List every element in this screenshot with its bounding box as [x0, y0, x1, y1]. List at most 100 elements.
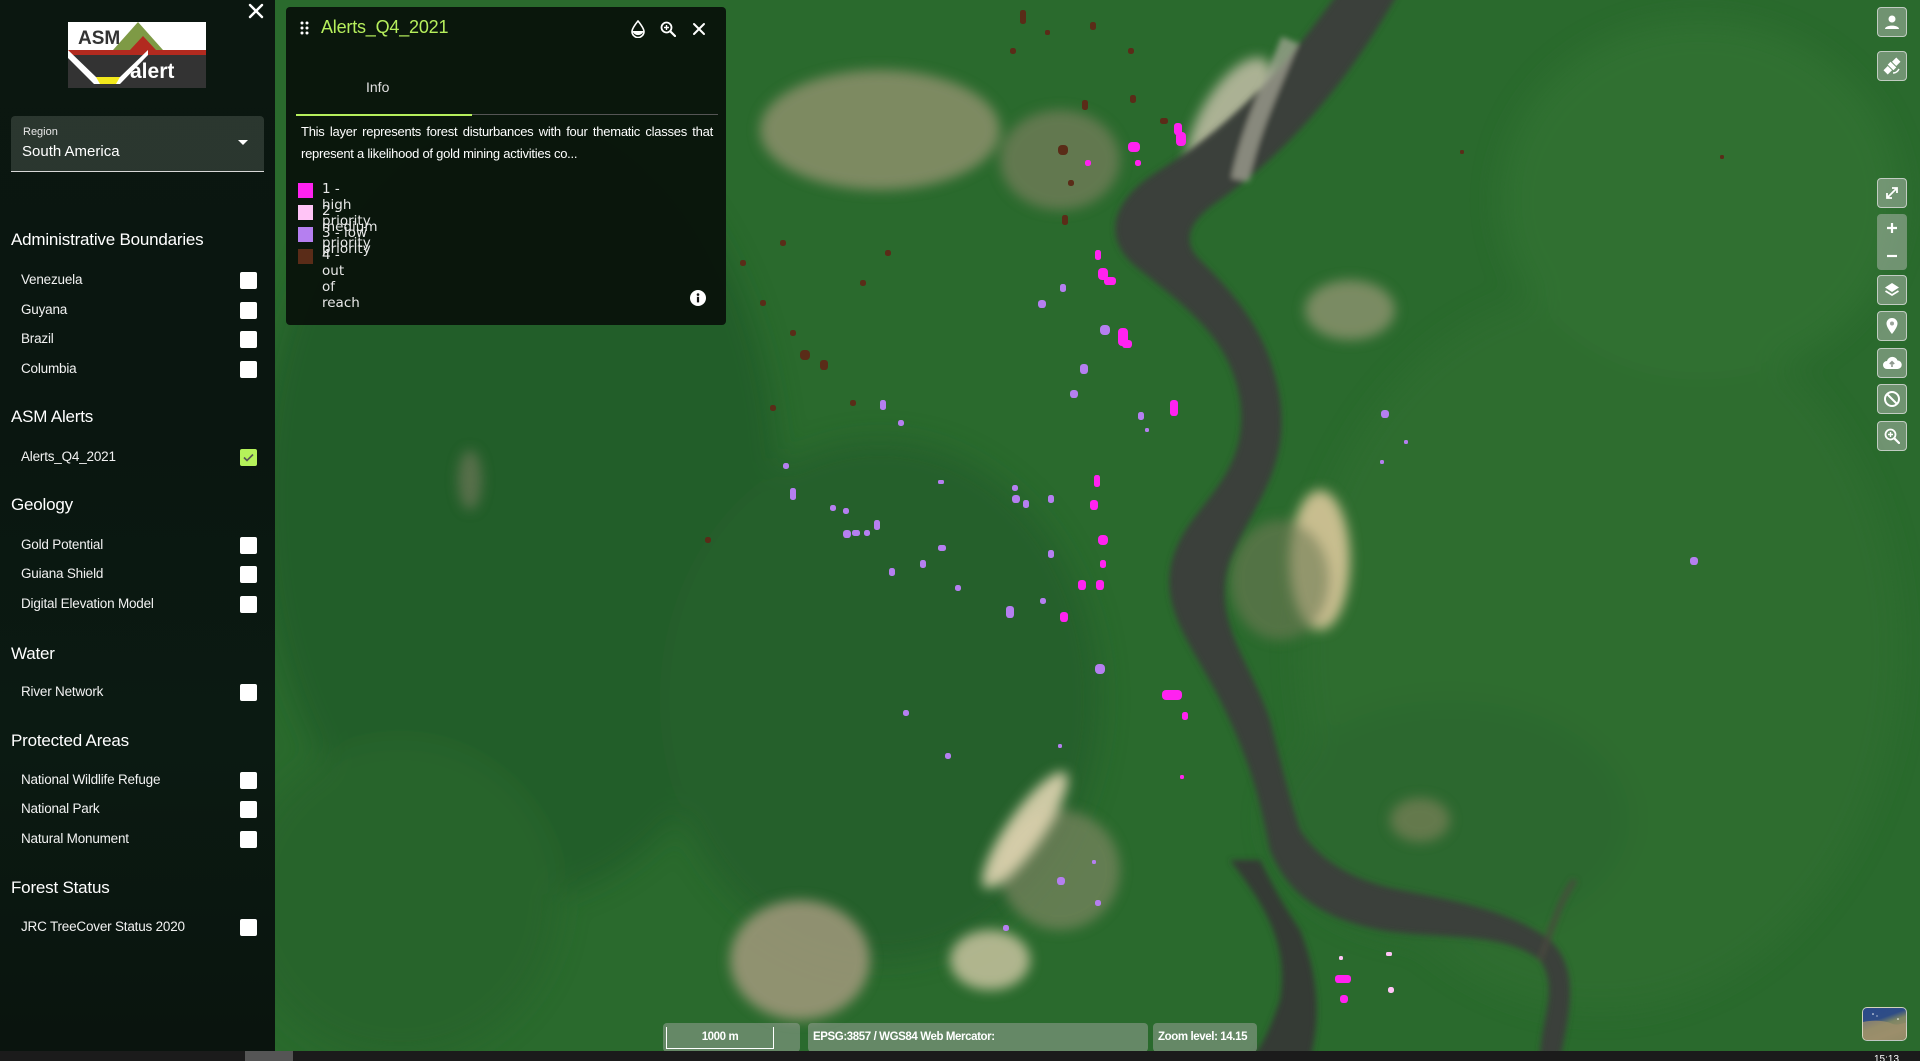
upload-button[interactable]	[1877, 348, 1907, 378]
zoom-area-button[interactable]	[1877, 421, 1907, 451]
alert-polygon-low[interactable]	[790, 488, 796, 500]
alert-polygon-out-of-reach[interactable]	[1720, 155, 1724, 159]
layer-checkbox[interactable]	[240, 302, 257, 319]
alert-polygon-low[interactable]	[1070, 390, 1078, 398]
alert-polygon-high[interactable]	[1100, 560, 1106, 568]
alert-polygon-high[interactable]	[1078, 580, 1086, 590]
alert-polygon-low[interactable]	[1012, 495, 1020, 503]
layer-toggle-natural-monument[interactable]: Natural Monument	[0, 828, 275, 852]
overview-map-button[interactable]	[1862, 1007, 1907, 1041]
alert-polygon-low[interactable]	[1058, 744, 1062, 748]
alert-polygon-low[interactable]	[1145, 428, 1149, 432]
clear-button[interactable]	[1877, 384, 1907, 414]
layer-checkbox[interactable]	[240, 449, 257, 466]
alert-polygon-low[interactable]	[898, 420, 904, 426]
fullscreen-button[interactable]	[1877, 178, 1907, 208]
alert-polygon-out-of-reach[interactable]	[1045, 30, 1050, 35]
scrollbar-thumb[interactable]	[245, 1051, 293, 1061]
alert-polygon-out-of-reach[interactable]	[780, 240, 786, 246]
alert-polygon-out-of-reach[interactable]	[1068, 180, 1074, 186]
alert-polygon-low[interactable]	[1080, 364, 1088, 374]
user-button[interactable]	[1877, 7, 1907, 37]
alert-polygon-low[interactable]	[1095, 664, 1105, 674]
close-panel-button[interactable]	[689, 19, 709, 39]
alert-polygon-low[interactable]	[1038, 300, 1046, 308]
alert-polygon-medium[interactable]	[1339, 956, 1343, 960]
layer-toggle-columbia[interactable]: Columbia	[0, 358, 275, 382]
alert-polygon-low[interactable]	[1690, 557, 1698, 565]
alert-polygon-out-of-reach[interactable]	[790, 330, 796, 336]
alert-polygon-medium[interactable]	[1388, 987, 1394, 993]
layer-toggle-national-wildlife-refuge[interactable]: National Wildlife Refuge	[0, 769, 275, 793]
alert-polygon-high[interactable]	[1170, 400, 1178, 416]
layer-checkbox[interactable]	[240, 801, 257, 818]
alert-polygon-high[interactable]	[1176, 132, 1186, 146]
alert-polygon-high[interactable]	[1182, 712, 1188, 720]
alert-polygon-low[interactable]	[1040, 598, 1046, 604]
alert-polygon-low[interactable]	[1404, 440, 1408, 444]
alert-polygon-out-of-reach[interactable]	[1460, 150, 1464, 154]
zoom-to-layer-button[interactable]	[658, 19, 678, 39]
alert-polygon-out-of-reach[interactable]	[1090, 22, 1096, 30]
alert-polygon-low[interactable]	[1023, 500, 1029, 508]
layer-toggle-guiana-shield[interactable]: Guiana Shield	[0, 563, 275, 587]
alert-polygon-out-of-reach[interactable]	[1160, 118, 1168, 124]
alert-polygon-low[interactable]	[1048, 550, 1054, 558]
alert-polygon-low[interactable]	[903, 710, 909, 716]
alert-polygon-low[interactable]	[1100, 325, 1110, 335]
layer-toggle-guyana[interactable]: Guyana	[0, 299, 275, 323]
alert-polygon-low[interactable]	[1138, 412, 1144, 420]
alert-polygon-high[interactable]	[1095, 250, 1101, 260]
alert-polygon-out-of-reach[interactable]	[860, 280, 866, 286]
alert-polygon-out-of-reach[interactable]	[770, 405, 776, 411]
alert-polygon-low[interactable]	[783, 463, 789, 469]
layer-toggle-gold-potential[interactable]: Gold Potential	[0, 534, 275, 558]
alert-polygon-low[interactable]	[880, 400, 886, 410]
alert-polygon-low[interactable]	[1048, 495, 1054, 503]
alert-polygon-low[interactable]	[938, 545, 946, 551]
layer-toggle-river-network[interactable]: River Network	[0, 681, 275, 705]
alert-polygon-out-of-reach[interactable]	[705, 537, 711, 543]
region-select[interactable]: Region South America	[11, 116, 264, 172]
alert-polygon-out-of-reach[interactable]	[1130, 95, 1136, 103]
alert-polygon-high[interactable]	[1090, 500, 1098, 510]
horizontal-scrollbar[interactable]: 15:13	[0, 1051, 1920, 1061]
alert-polygon-out-of-reach[interactable]	[800, 350, 810, 360]
alert-polygon-medium[interactable]	[1386, 952, 1392, 956]
layer-checkbox[interactable]	[240, 361, 257, 378]
alert-polygon-low[interactable]	[1381, 410, 1389, 418]
zoom-out-button[interactable]	[1877, 242, 1907, 270]
layer-checkbox[interactable]	[240, 331, 257, 348]
alert-polygon-out-of-reach[interactable]	[1020, 10, 1026, 24]
alert-polygon-low[interactable]	[938, 480, 944, 484]
zoom-in-button[interactable]	[1877, 214, 1907, 242]
alert-polygon-low[interactable]	[1092, 860, 1096, 864]
satellite-button[interactable]	[1877, 51, 1907, 81]
alert-polygon-high[interactable]	[1180, 775, 1184, 779]
alert-polygon-low[interactable]	[945, 753, 951, 759]
alert-polygon-out-of-reach[interactable]	[1058, 145, 1068, 155]
layer-checkbox[interactable]	[240, 537, 257, 554]
alert-polygon-low[interactable]	[830, 505, 836, 511]
alert-polygon-low[interactable]	[1057, 877, 1065, 885]
alert-polygon-high[interactable]	[1094, 475, 1100, 487]
alert-polygon-high[interactable]	[1122, 340, 1132, 348]
alert-polygon-low[interactable]	[889, 568, 895, 576]
alert-polygon-high[interactable]	[1085, 160, 1091, 166]
alert-polygon-low[interactable]	[843, 508, 849, 514]
alert-polygon-low[interactable]	[955, 585, 961, 591]
layer-toggle-national-park[interactable]: National Park	[0, 798, 275, 822]
layers-button[interactable]	[1877, 275, 1907, 305]
alert-polygon-out-of-reach[interactable]	[1062, 215, 1068, 225]
alert-polygon-low[interactable]	[1003, 925, 1009, 931]
layer-checkbox[interactable]	[240, 831, 257, 848]
opacity-button[interactable]	[628, 19, 648, 39]
layer-toggle-alerts-q4-2021[interactable]: Alerts_Q4_2021	[0, 446, 275, 470]
tab-info[interactable]: Info	[296, 67, 472, 116]
alert-polygon-high[interactable]	[1096, 580, 1104, 590]
alert-polygon-high[interactable]	[1162, 690, 1182, 700]
alert-polygon-out-of-reach[interactable]	[885, 250, 891, 256]
alert-polygon-low[interactable]	[1012, 485, 1018, 491]
alert-polygon-low[interactable]	[874, 520, 880, 530]
layer-toggle-venezuela[interactable]: Venezuela	[0, 269, 275, 293]
